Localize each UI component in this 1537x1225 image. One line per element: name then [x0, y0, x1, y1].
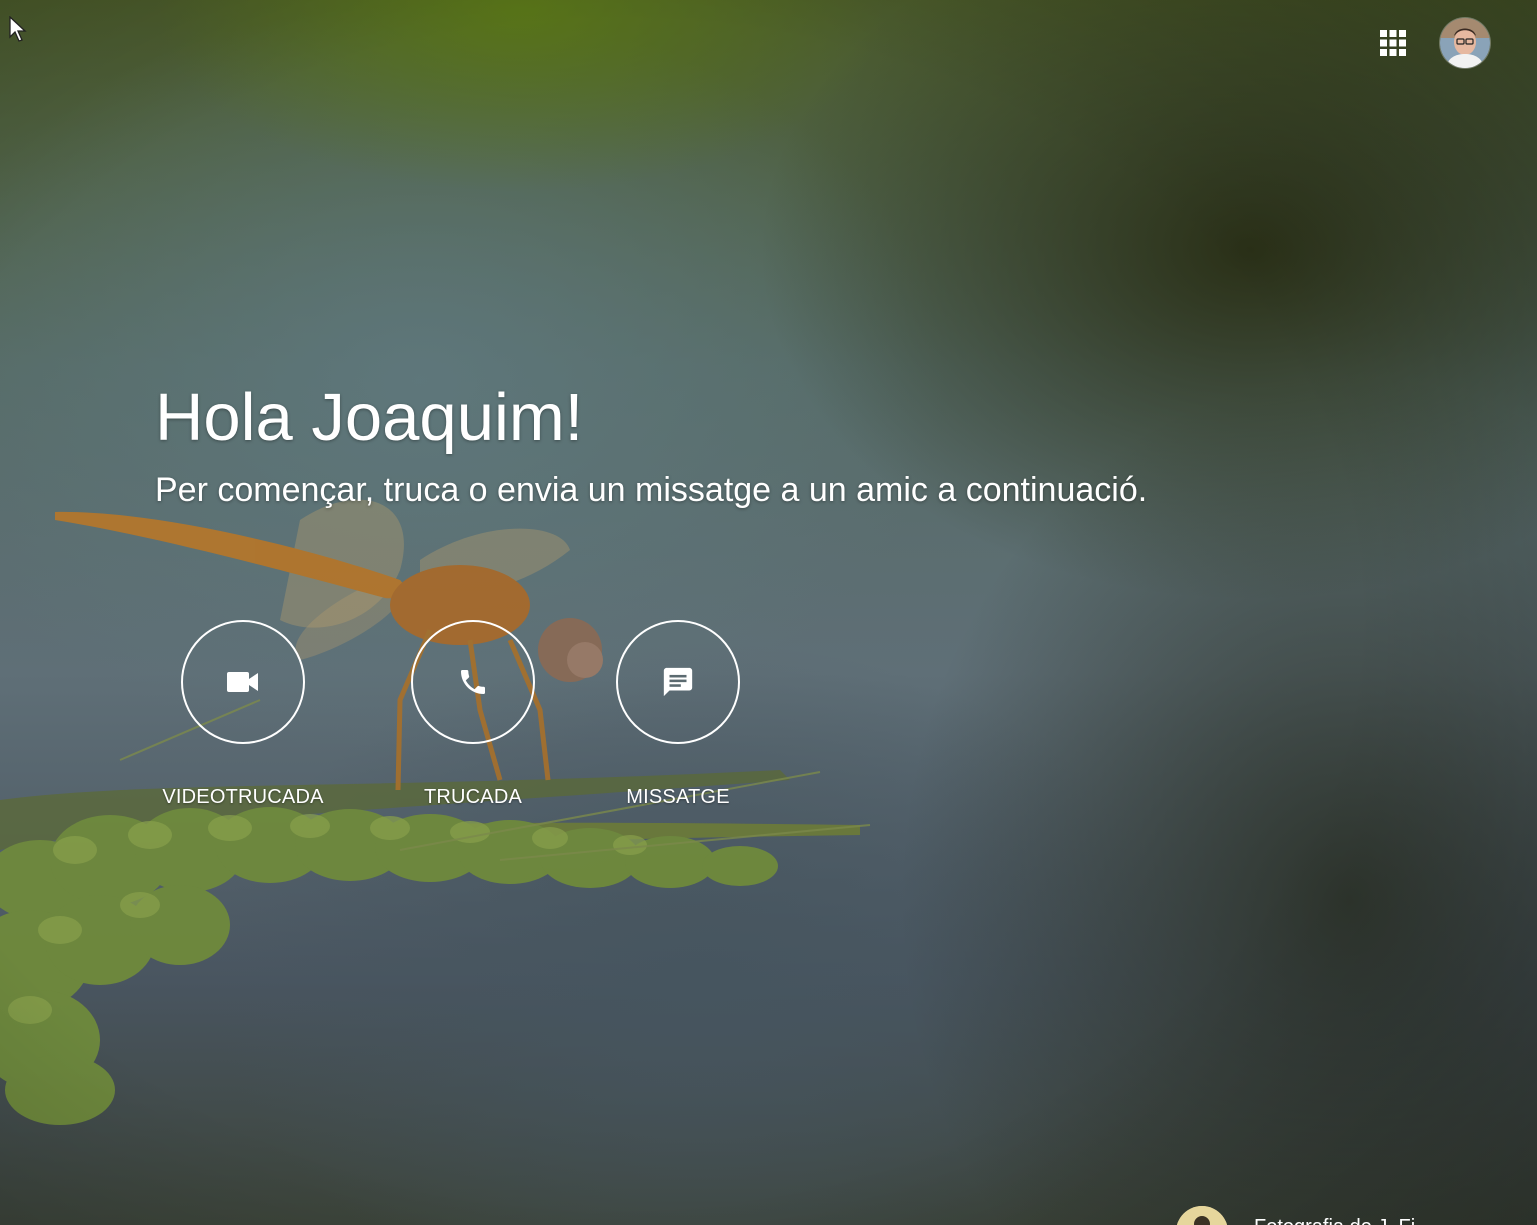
video-call-button[interactable]: VIDEOTRUCADA — [155, 620, 331, 809]
message-icon — [663, 667, 693, 697]
user-avatar-icon — [1440, 18, 1490, 68]
message-circle[interactable] — [616, 620, 740, 744]
message-button[interactable]: MISSATGE — [590, 620, 766, 809]
app-root: Hola Joaquim! Per començar, truca o envi… — [0, 0, 1537, 1225]
call-button[interactable]: TRUCADA — [385, 620, 561, 809]
phone-icon — [461, 670, 485, 694]
hero-section: Hola Joaquim! Per començar, truca o envi… — [155, 380, 1355, 510]
photo-credit[interactable]: Fotografia de J. Fi — [1176, 1206, 1415, 1225]
photographer-avatar — [1176, 1206, 1228, 1225]
greeting-title: Hola Joaquim! — [155, 380, 584, 455]
mouse-cursor-icon — [9, 16, 27, 42]
greeting-subtitle: Per començar, truca o envia un missatge … — [155, 471, 1148, 509]
message-label: MISSATGE — [626, 786, 730, 808]
call-circle[interactable] — [411, 620, 535, 744]
background-photo — [0, 0, 1537, 1225]
apps-grid-button[interactable] — [1376, 26, 1410, 60]
apps-grid-icon — [1380, 30, 1406, 56]
video-call-label: VIDEOTRUCADA — [162, 786, 324, 808]
photo-credit-text: Fotografia de J. Fi — [1254, 1216, 1415, 1225]
account-avatar[interactable] — [1440, 18, 1490, 68]
video-call-circle[interactable] — [181, 620, 305, 744]
call-label: TRUCADA — [423, 786, 523, 808]
video-camera-icon — [227, 672, 258, 692]
photographer-avatar-icon — [1176, 1206, 1228, 1225]
